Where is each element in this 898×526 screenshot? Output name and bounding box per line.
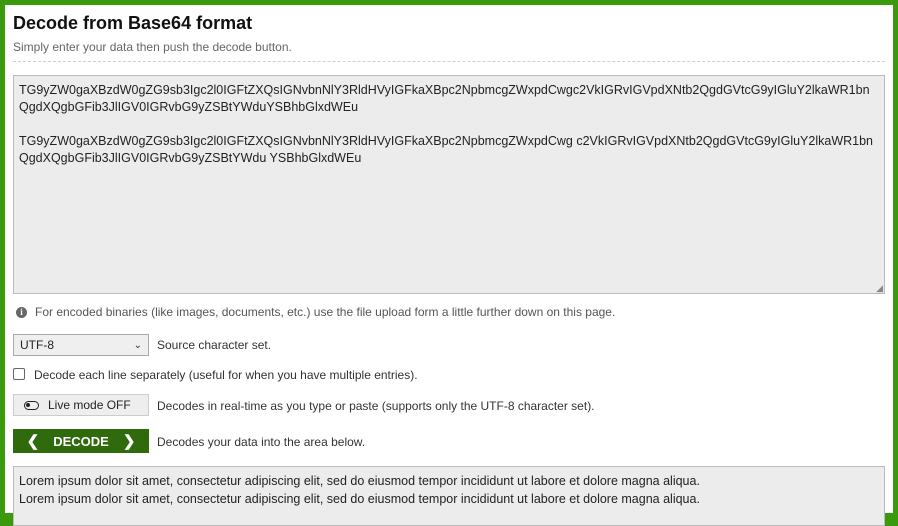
live-mode-button[interactable]: Live mode OFF (13, 394, 149, 416)
chevron-right-icon: ❯ (122, 432, 136, 450)
charset-selected-value: UTF-8 (20, 338, 54, 352)
info-icon: i (16, 306, 27, 318)
decode-description: Decodes your data into the area below. (157, 435, 366, 449)
decoder-panel: Decode from Base64 format Simply enter y… (5, 5, 893, 526)
base64-input-textarea[interactable]: TG9yZW0gaXBzdW0gZG9sb3Igc2l0IGFtZXQsIGNv… (13, 75, 885, 294)
output-line: Lorem ipsum dolor sit amet, consectetur … (19, 492, 700, 506)
chevron-down-icon: ⌄ (133, 339, 142, 351)
toggle-off-icon (24, 400, 39, 410)
info-text: For encoded binaries (like images, docum… (35, 305, 616, 319)
decode-each-line-label[interactable]: Decode each line separately (useful for … (34, 368, 418, 382)
chevron-left-icon: ❮ (26, 432, 40, 450)
page-subtitle: Simply enter your data then push the dec… (13, 40, 292, 54)
page-title: Decode from Base64 format (13, 13, 253, 33)
decode-button-label: DECODE (53, 433, 109, 449)
decode-button[interactable]: ❮ DECODE ❯ (13, 429, 149, 453)
decode-each-line-checkbox[interactable] (13, 368, 25, 380)
live-mode-description: Decodes in real-time as you type or past… (157, 399, 595, 413)
binary-info-note: i For encoded binaries (like images, doc… (16, 305, 615, 319)
divider (13, 61, 885, 62)
charset-label: Source character set. (157, 338, 272, 352)
decoded-output-textarea[interactable]: Lorem ipsum dolor sit amet, consectetur … (13, 466, 885, 526)
live-mode-label: Live mode OFF (48, 398, 131, 412)
charset-select[interactable]: UTF-8 ⌄ (13, 334, 149, 356)
output-line: Lorem ipsum dolor sit amet, consectetur … (19, 474, 700, 488)
